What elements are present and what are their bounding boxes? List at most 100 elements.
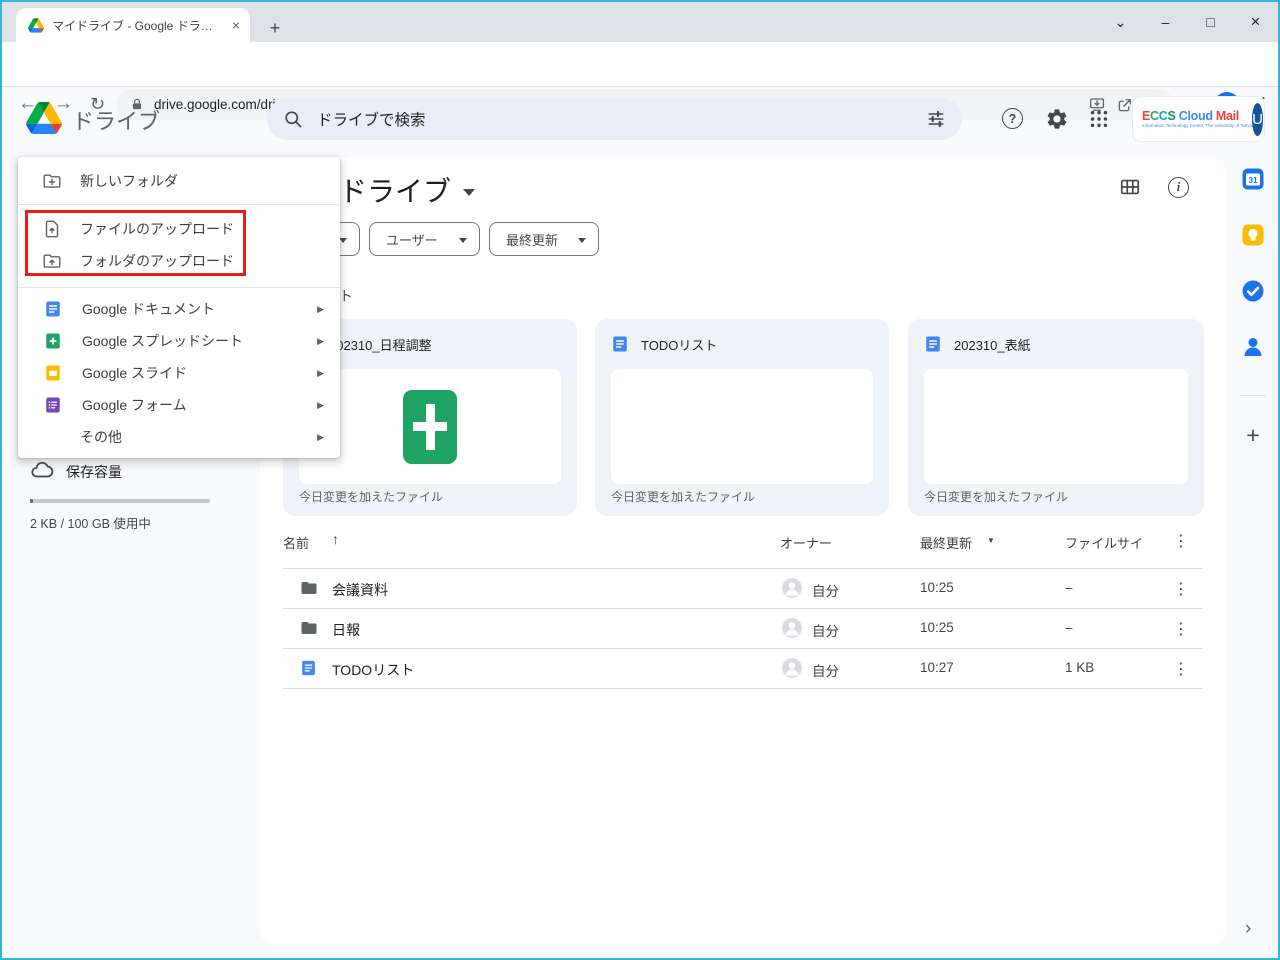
suggested-card[interactable]: 202310_表紙 今日変更を加えたファイル (908, 319, 1204, 516)
menu-item-label: その他 (80, 429, 122, 445)
window-titlebar: マイドライブ - Google ドライブ × + ⌄ – □ × (2, 2, 1278, 42)
submenu-arrow-icon: ▶ (317, 431, 324, 442)
keep-icon[interactable] (1241, 223, 1265, 247)
modified-time: 10:25 (920, 620, 954, 635)
docs-icon (613, 336, 627, 352)
tab-title: マイドライブ - Google ドライブ (52, 18, 222, 33)
slides-icon (46, 365, 60, 381)
search-bar[interactable]: ドライブで検索 (267, 98, 962, 140)
drive-account-avatar[interactable]: U (1252, 102, 1263, 136)
help-icon[interactable]: ? (1002, 108, 1023, 129)
file-name: TODOリスト (332, 662, 415, 678)
search-options-icon[interactable] (926, 109, 946, 129)
owner-avatar (782, 658, 802, 678)
account-badge[interactable]: ECCS Cloud Mail Information Technology C… (1133, 97, 1264, 141)
modified-time: 10:27 (920, 660, 954, 675)
share-icon[interactable] (1116, 96, 1134, 114)
table-row[interactable]: TODOリスト 自分 10:27 1 KB ⋮ (283, 648, 1203, 688)
menu-item-google-slides[interactable]: Google スライド ▶ (18, 357, 340, 389)
browser-tab[interactable]: マイドライブ - Google ドライブ × (16, 8, 250, 42)
eccs-letter: S (1167, 108, 1176, 123)
column-header-name[interactable]: 名前 (283, 533, 309, 552)
menu-item-new-folder[interactable]: 新しいフォルダ (18, 164, 340, 198)
suggested-card[interactable]: TODOリスト 今日変更を加えたファイル (595, 319, 889, 516)
docs-icon (926, 336, 940, 352)
menu-item-more[interactable]: その他 ▶ (18, 421, 340, 453)
settings-gear-icon[interactable] (1045, 107, 1069, 131)
new-tab-button[interactable]: + (262, 15, 288, 41)
row-more-icon[interactable]: ⋮ (1173, 579, 1189, 599)
row-more-icon[interactable]: ⋮ (1173, 659, 1189, 679)
card-reason: 今日変更を加えたファイル (611, 490, 756, 504)
menu-item-google-docs[interactable]: Google ドキュメント ▶ (18, 293, 340, 325)
icon-spacer (42, 427, 62, 447)
sort-ascending-icon[interactable]: ↑ (332, 531, 339, 547)
card-thumbnail (924, 369, 1188, 484)
cloud-icon (31, 461, 54, 478)
filter-chip-modified[interactable]: 最終更新 (489, 222, 599, 256)
search-input[interactable]: ドライブで検索 (317, 108, 912, 130)
new-folder-icon (43, 174, 61, 188)
sheets-logo-thumbnail (403, 389, 457, 464)
docs-icon (46, 301, 60, 317)
chevron-down-icon (459, 237, 467, 243)
window-chevron-icon[interactable]: ⌄ (1098, 2, 1143, 42)
owner-avatar (782, 618, 802, 638)
table-row[interactable]: 日報 自分 10:25 – ⋮ (283, 608, 1203, 648)
drive-product-name: ドライブ (72, 109, 161, 134)
column-header-size[interactable]: ファイルサイ (1065, 533, 1143, 552)
storage-label[interactable]: 保存容量 (66, 462, 122, 482)
info-icon[interactable]: i (1168, 177, 1189, 198)
card-reason: 今日変更を加えたファイル (924, 490, 1069, 504)
divider (1240, 395, 1266, 396)
window-minimize-button[interactable]: – (1143, 2, 1188, 42)
menu-item-label: Google フォーム (82, 397, 187, 413)
table-row[interactable]: 会議資料 自分 10:25 – ⋮ (283, 568, 1203, 608)
card-reason: 今日変更を加えたファイル (299, 490, 444, 504)
sort-descending-icon: ▼ (987, 536, 995, 545)
column-settings-icon[interactable]: ⋮ (1173, 531, 1189, 551)
column-header-owner[interactable]: オーナー (780, 533, 832, 552)
submenu-arrow-icon: ▶ (317, 303, 324, 314)
contacts-icon[interactable] (1241, 335, 1265, 359)
chevron-down-icon (578, 237, 586, 243)
browser-toolbar: ← → ↻ drive.google.com/drive/my-drive ☆ … (2, 42, 1278, 120)
column-header-modified[interactable]: 最終更新 (920, 533, 972, 552)
drive-logo-icon[interactable] (26, 102, 62, 134)
file-name: 日報 (332, 622, 360, 638)
window-close-button[interactable]: × (1233, 2, 1278, 42)
menu-item-label: Google スライド (82, 365, 188, 381)
hide-side-panel-icon[interactable]: › (1245, 918, 1251, 940)
tasks-icon[interactable] (1241, 279, 1265, 303)
folder-icon (301, 582, 317, 594)
forms-icon (46, 397, 60, 413)
file-size: 1 KB (1065, 660, 1095, 675)
menu-item-google-forms[interactable]: Google フォーム ▶ (18, 389, 340, 421)
window-maximize-button[interactable]: □ (1188, 2, 1233, 42)
owner-name: 自分 (812, 664, 839, 679)
menu-item-label: Google スプレッドシート (82, 333, 244, 349)
docs-icon (302, 660, 315, 676)
submenu-arrow-icon: ▶ (317, 399, 324, 410)
info-glyph: i (1176, 180, 1181, 194)
annotation-highlight-box (25, 210, 246, 276)
file-size: – (1065, 580, 1073, 595)
modified-time: 10:25 (920, 580, 954, 595)
menu-item-label: 新しいフォルダ (80, 173, 178, 189)
grid-view-icon[interactable] (1119, 176, 1141, 198)
menu-item-google-sheets[interactable]: Google スプレッドシート ▶ (18, 325, 340, 357)
apps-grid-icon[interactable] (1088, 108, 1110, 130)
submenu-arrow-icon: ▶ (317, 335, 324, 346)
filter-chip-user[interactable]: ユーザー (369, 222, 480, 256)
divider (18, 287, 340, 288)
help-glyph: ? (1008, 111, 1017, 126)
tab-close-icon[interactable]: × (230, 18, 242, 32)
owner-avatar (782, 578, 802, 598)
new-menu: 新しいフォルダ ファイルのアップロード フォルダのアップロード Google ド… (18, 157, 340, 458)
get-addons-icon[interactable]: + (1241, 422, 1265, 448)
calendar-icon[interactable]: 31 (1241, 167, 1265, 191)
eccs-subtitle: Information Technology Center, The Unive… (1142, 123, 1253, 128)
row-more-icon[interactable]: ⋮ (1173, 619, 1189, 639)
divider (283, 688, 1203, 689)
svg-text:31: 31 (1248, 176, 1258, 185)
